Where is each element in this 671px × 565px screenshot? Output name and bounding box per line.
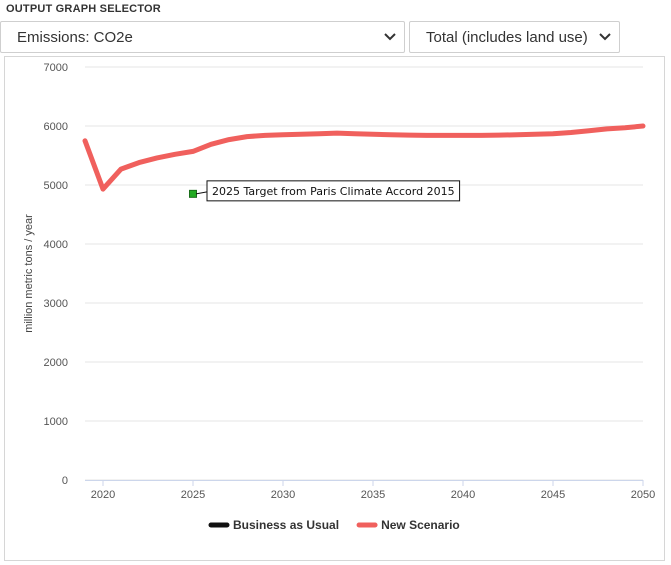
x-tick-label: 2035 <box>361 489 385 501</box>
scope-select[interactable]: Total (includes land use) <box>409 21 620 53</box>
series-line-new-scenario[interactable] <box>82 123 646 192</box>
annotation-connector <box>195 191 208 195</box>
legend-item-new-scenario[interactable]: New Scenario <box>356 518 460 532</box>
emission-type-select-value: Emissions: CO2e <box>17 28 133 46</box>
legend: Business as Usual New Scenario <box>208 518 460 532</box>
y-tick-label: 7000 <box>44 62 68 74</box>
x-tick-label: 2030 <box>271 489 295 501</box>
target-marker[interactable] <box>189 189 197 198</box>
y-axis-title: million metric tons / year <box>23 214 35 333</box>
y-tick-label: 4000 <box>44 239 68 251</box>
x-tick-label: 2040 <box>451 489 475 501</box>
series-lines <box>82 123 646 192</box>
y-tick-label: 3000 <box>44 298 68 310</box>
y-tick-label: 2000 <box>44 357 68 369</box>
x-tick-label: 2020 <box>91 489 115 501</box>
legend-item-business-as-usual[interactable]: Business as Usual <box>208 518 339 532</box>
x-tick-label: 2045 <box>541 489 565 501</box>
annotation-label: 2025 Target from Paris Climate Accord 20… <box>212 185 455 198</box>
chevron-down-icon <box>591 33 619 41</box>
y-tick-label: 0 <box>62 475 68 487</box>
y-tick-label: 5000 <box>44 180 68 192</box>
emission-type-select[interactable]: Emissions: CO2e <box>0 21 405 53</box>
legend-label: Business as Usual <box>233 518 339 532</box>
y-axis-tick-labels: 0 1000 2000 3000 4000 5000 6000 7000 <box>44 62 68 487</box>
grid-lines <box>85 66 643 481</box>
annotations: 2025 Target from Paris Climate Accord 20… <box>189 180 461 202</box>
x-tick-label: 2025 <box>181 489 205 501</box>
x-tick-label: 2050 <box>631 489 655 501</box>
emissions-line-chart: 01000200030004000500060007000 2020 2025 20… <box>23 62 655 532</box>
scope-select-value: Total (includes land use) <box>426 28 588 46</box>
output-graph-selector-title: OUTPUT GRAPH SELECTOR <box>6 3 161 15</box>
chevron-down-icon <box>376 33 404 41</box>
legend-label: New Scenario <box>381 518 460 532</box>
x-axis-tick-labels: 2020 2025 2030 2035 2040 2045 2050 <box>91 480 655 501</box>
paris-target-annotation[interactable]: 2025 Target from Paris Climate Accord 20… <box>189 180 461 202</box>
chart-panel: 0 1000 2000 3000 4000 5000 6000 7000 2020 2025 20… <box>4 56 665 561</box>
y-tick-label: 1000 <box>44 416 68 428</box>
y-tick-label: 6000 <box>44 121 68 133</box>
